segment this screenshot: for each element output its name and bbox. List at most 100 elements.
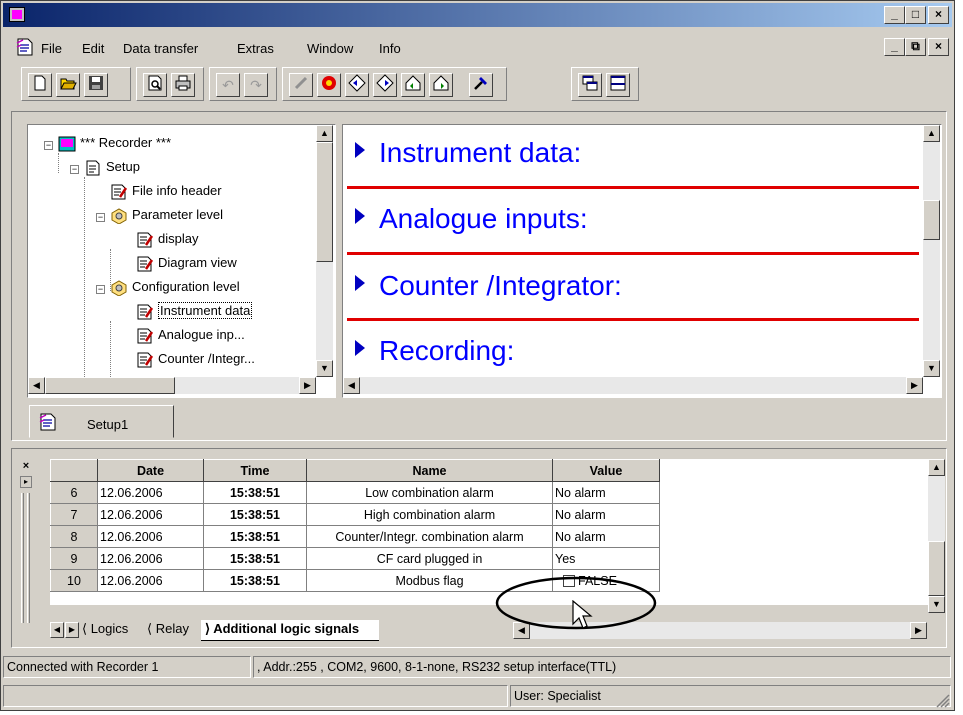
tree-item[interactable]: Diagram view	[136, 255, 237, 277]
tree-item[interactable]: display	[136, 231, 198, 253]
scroll-right-icon[interactable]: ▶	[906, 377, 923, 394]
close-button[interactable]: ×	[928, 6, 949, 24]
cell-time: 15:38:51	[203, 503, 307, 526]
panel-grip[interactable]	[27, 493, 30, 623]
sheet-tab-label: Additional logic signals	[213, 621, 360, 636]
download-icon[interactable]	[429, 73, 453, 97]
collapse-toggle-icon[interactable]: −	[96, 213, 105, 222]
tree-item[interactable]: File info header	[110, 183, 222, 205]
tree-item-label: File info header	[132, 183, 222, 198]
print-icon[interactable]	[171, 73, 195, 97]
column-header-name[interactable]: Name	[306, 459, 553, 482]
collapse-toggle-icon[interactable]: −	[44, 141, 53, 150]
grid-vertical-scrollbar[interactable]: ▲ ▼	[928, 459, 945, 613]
document-icon[interactable]	[15, 37, 35, 57]
sheet-tab-label: Relay	[155, 621, 189, 636]
column-header-value[interactable]: Value	[552, 459, 660, 482]
table-row[interactable]: 7 12.06.2006 15:38:51 High combination alar…	[50, 503, 660, 526]
upload-icon[interactable]	[401, 73, 425, 97]
scroll-down-icon[interactable]: ▼	[928, 596, 945, 613]
maximize-button[interactable]: □	[905, 6, 926, 24]
panel-grip[interactable]	[21, 493, 24, 623]
tree-item[interactable]: − Configuration level	[96, 279, 240, 301]
close-panel-icon[interactable]: ×	[20, 461, 32, 473]
connect-icon[interactable]	[317, 73, 341, 97]
tools-icon[interactable]	[469, 73, 493, 97]
app-icon[interactable]	[9, 7, 25, 22]
content-vertical-scrollbar[interactable]: ▲ ▼	[923, 125, 940, 377]
menu-file[interactable]: File	[41, 41, 62, 56]
transfer-left-icon[interactable]	[345, 73, 369, 97]
scroll-thumb[interactable]	[316, 142, 333, 262]
tab-scroll-right-icon[interactable]: ▶	[65, 622, 79, 638]
modem-icon[interactable]	[289, 73, 313, 97]
scroll-thumb[interactable]	[928, 541, 945, 596]
collapse-toggle-icon[interactable]: −	[70, 165, 79, 174]
scroll-thumb[interactable]	[923, 200, 940, 240]
menu-info[interactable]: Info	[379, 41, 401, 56]
tab-scroll-left-icon[interactable]: ◀	[50, 622, 64, 638]
scroll-up-icon[interactable]: ▲	[923, 125, 940, 142]
table-row[interactable]: 9 12.06.2006 15:38:51 CF card plugged in Yes	[50, 547, 660, 570]
scroll-down-icon[interactable]: ▼	[316, 360, 333, 377]
scroll-thumb[interactable]	[45, 377, 175, 394]
tile-icon[interactable]	[578, 73, 602, 97]
redo-icon[interactable]: ↷	[244, 73, 268, 97]
tree-horizontal-scrollbar[interactable]: ◀ ▶	[28, 377, 316, 394]
tree-item[interactable]: − Setup	[70, 159, 140, 181]
column-header-time[interactable]: Time	[203, 459, 307, 482]
row-number: 10	[50, 569, 98, 592]
scroll-right-icon[interactable]: ▶	[910, 622, 927, 639]
cell-name: CF card plugged in	[306, 547, 553, 570]
cell-value[interactable]: No alarm	[552, 481, 660, 504]
cell-value[interactable]: No alarm	[552, 525, 660, 548]
undo-icon[interactable]: ↶	[216, 73, 240, 97]
sheet-tab-logics[interactable]: ⟨ Logics	[82, 621, 128, 637]
split-icon[interactable]	[606, 73, 630, 97]
tree-item[interactable]: − Parameter level	[96, 207, 223, 229]
doc-close-button[interactable]: ×	[928, 38, 949, 56]
tab-setup1[interactable]: Setup1	[29, 405, 174, 438]
scroll-up-icon[interactable]: ▲	[928, 459, 945, 476]
scroll-track[interactable]	[360, 377, 456, 394]
section-instrument-data[interactable]: Instrument data:	[355, 137, 581, 169]
tree-item[interactable]: Instrument data	[136, 302, 253, 325]
gear-icon	[110, 207, 128, 225]
tree-item[interactable]: Counter /Integr...	[136, 351, 255, 373]
menu-data-transfer[interactable]: Data transfer	[123, 41, 198, 56]
save-icon[interactable]	[84, 73, 108, 97]
content-horizontal-scrollbar[interactable]: ◀ ▶	[343, 377, 923, 394]
expand-panel-icon[interactable]: ▸	[20, 476, 32, 488]
cell-value[interactable]: Yes	[552, 547, 660, 570]
table-row[interactable]: 6 12.06.2006 15:38:51 Low combination alarm…	[50, 481, 660, 504]
column-header-date[interactable]: Date	[97, 459, 204, 482]
cell-value[interactable]: No alarm	[552, 503, 660, 526]
sheet-tab-additional-logic-signals[interactable]: ⟩ Additional logic signals	[201, 620, 380, 641]
scroll-left-icon[interactable]: ◀	[28, 377, 45, 394]
tree-item[interactable]: − *** Recorder ***	[44, 135, 171, 157]
collapse-toggle-icon[interactable]: −	[96, 285, 105, 294]
sheet-tab-relay[interactable]: ⟨ Relay	[147, 621, 189, 637]
print-preview-icon[interactable]	[143, 73, 167, 97]
section-counter-integrator[interactable]: Counter /Integrator:	[355, 270, 622, 302]
minimize-button[interactable]: _	[884, 6, 905, 24]
open-icon[interactable]	[56, 73, 80, 97]
tree-vertical-scrollbar[interactable]: ▲ ▼	[316, 125, 333, 377]
scroll-up-icon[interactable]: ▲	[316, 125, 333, 142]
scroll-down-icon[interactable]: ▼	[923, 360, 940, 377]
doc-minimize-button[interactable]: _	[884, 38, 905, 56]
section-analogue-inputs[interactable]: Analogue inputs:	[355, 203, 588, 235]
section-recording[interactable]: Recording:	[355, 335, 514, 367]
scroll-left-icon[interactable]: ◀	[343, 377, 360, 394]
doc-restore-button[interactable]: ⧉	[905, 38, 926, 56]
new-icon[interactable]	[28, 73, 52, 97]
tree-item[interactable]: Analogue inp...	[136, 327, 245, 349]
menu-edit[interactable]: Edit	[82, 41, 104, 56]
scroll-right-icon[interactable]: ▶	[299, 377, 316, 394]
menu-window[interactable]: Window	[307, 41, 353, 56]
resize-grip-icon[interactable]	[936, 694, 950, 708]
transfer-right-icon[interactable]	[373, 73, 397, 97]
title-bar[interactable]: _ □ ×	[3, 3, 952, 27]
menu-extras[interactable]: Extras	[237, 41, 274, 56]
table-row[interactable]: 8 12.06.2006 15:38:51 Counter/Integr. combi…	[50, 525, 660, 548]
